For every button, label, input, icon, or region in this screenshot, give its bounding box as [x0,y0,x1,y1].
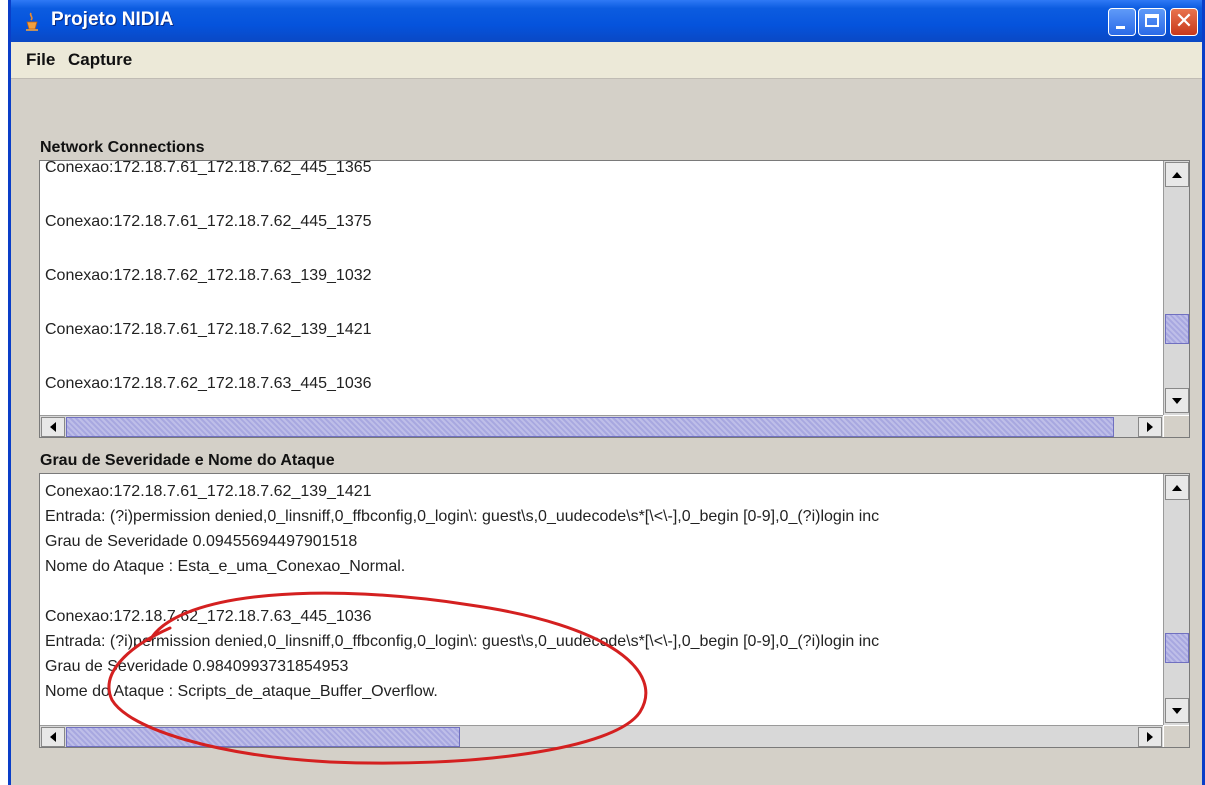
scroll-right-button[interactable] [1138,727,1162,747]
severity-line: Grau de Severidade 0.9840993731854953 [45,658,349,675]
list-item[interactable]: Conexao:172.18.7.61_172.18.7.62_445_1365 [45,161,372,183]
scroll-down-button[interactable] [1165,388,1189,413]
arrow-up-icon [1172,484,1182,491]
severity-line: Entrada: (?i)permission denied,0_linsnif… [45,633,880,650]
vertical-scroll-thumb[interactable] [1165,314,1189,344]
java-cup-icon [26,12,38,31]
severity-line: Nome do Ataque : Esta_e_uma_Conexao_Norm… [45,558,406,575]
menu-capture[interactable]: Capture [68,50,132,70]
menu-file[interactable]: File [26,50,55,70]
arrow-left-icon [50,732,56,742]
scroll-left-button[interactable] [41,417,65,437]
arrow-down-icon [1172,707,1182,714]
arrow-right-icon [1147,422,1153,432]
severity-line: Conexao:172.18.7.61_172.18.7.62_139_1421 [45,483,372,500]
scroll-up-button[interactable] [1165,162,1189,187]
network-horizontal-scrollbar[interactable] [40,415,1163,437]
window-title: Projeto NIDIA [51,9,174,30]
severity-text-content: Conexao:172.18.7.61_172.18.7.62_139_1421… [45,479,879,704]
maximize-button[interactable] [1138,8,1166,36]
minimize-icon [1116,26,1125,29]
arrow-down-icon [1172,397,1182,404]
list-item[interactable]: Conexao:172.18.7.62_172.18.7.63_445_1036 [45,369,372,399]
close-icon: ✕ [1174,9,1194,34]
scroll-down-button[interactable] [1165,698,1189,723]
severity-vertical-scrollbar[interactable] [1163,474,1189,725]
list-item[interactable]: Conexao:172.18.7.61_172.18.7.62_139_1421 [45,315,372,345]
list-item[interactable]: Conexao:172.18.7.62_172.18.7.63_139_1032 [45,261,372,291]
severity-line [45,579,879,604]
horizontal-scroll-thumb[interactable] [66,417,1114,437]
severity-line: Entrada: (?i)permission denied,0_linsnif… [45,508,880,525]
list-item[interactable]: Conexao:172.18.7.61_172.18.7.62_445_1375 [45,207,372,237]
severity-line: Nome do Ataque : Scripts_de_ataque_Buffe… [45,683,438,700]
network-vertical-scrollbar[interactable] [1163,161,1189,415]
severity-line: Grau de Severidade 0.09455694497901518 [45,533,358,550]
scroll-right-button[interactable] [1138,417,1162,437]
menu-separator [11,78,1202,79]
severity-panel-label: Grau de Severidade e Nome do Ataque [40,452,335,469]
severity-line: Conexao:172.18.7.62_172.18.7.63_445_1036 [45,608,372,625]
network-list-content: Conexao:172.18.7.61_172.18.7.62_445_1365… [45,161,372,399]
menu-bar: File Capture [11,42,1202,78]
maximize-icon [1145,14,1159,27]
scrollbar-corner [1164,416,1189,437]
scroll-up-button[interactable] [1165,475,1189,500]
vertical-scroll-thumb[interactable] [1165,633,1189,663]
scroll-left-button[interactable] [41,727,65,747]
network-connections-label: Network Connections [40,139,205,156]
arrow-left-icon [50,422,56,432]
app-window: Projeto NIDIA ✕ File Capture Network Con… [8,0,1205,785]
arrow-up-icon [1172,171,1182,178]
scrollbar-corner [1164,726,1189,747]
network-connections-list[interactable]: Conexao:172.18.7.61_172.18.7.62_445_1365… [39,160,1190,438]
severity-horizontal-scrollbar[interactable] [40,725,1163,747]
title-bar[interactable]: Projeto NIDIA ✕ [11,0,1202,42]
arrow-right-icon [1147,732,1153,742]
severity-text-area[interactable]: Conexao:172.18.7.61_172.18.7.62_139_1421… [39,473,1190,748]
minimize-button[interactable] [1108,8,1136,36]
close-button[interactable]: ✕ [1170,8,1198,36]
horizontal-scroll-thumb[interactable] [66,727,460,747]
